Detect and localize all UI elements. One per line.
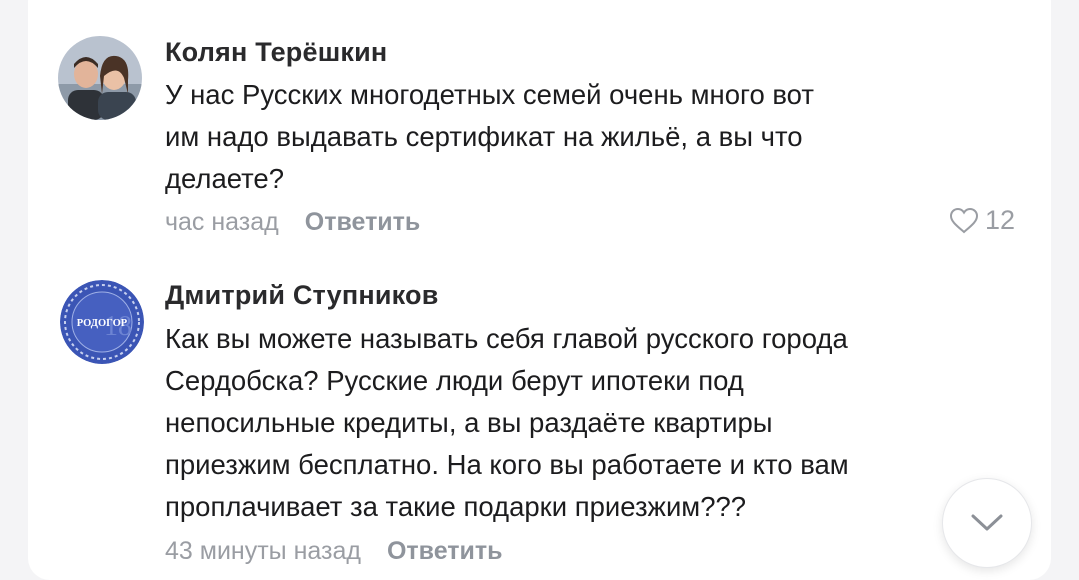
avatar[interactable] [58, 36, 142, 120]
comment-author[interactable]: Дмитрий Ступников [165, 280, 439, 311]
comment-text-line: им надо выдавать сертификат на жильё, а … [165, 121, 803, 152]
like-count: 12 [984, 205, 1015, 235]
comment-text-line: У нас Русских многодетных семей очень мн… [165, 79, 814, 110]
comment-author[interactable]: Колян Терёшкин [165, 37, 387, 68]
comment-meta: 43 минуты назад Ответить [165, 537, 503, 566]
like-button[interactable]: 12 [949, 205, 1015, 236]
comment-time: час назад [165, 208, 279, 236]
comment-text-line: непосильные кредиты, а вы раздаёте кварт… [165, 407, 773, 438]
couple-photo-icon [58, 36, 142, 120]
reply-button[interactable]: Ответить [305, 208, 421, 236]
heart-outline-icon [949, 207, 978, 233]
avatar[interactable]: 18 РОДОГОР [60, 280, 144, 364]
comment-text: Как вы можете называть себя главой русск… [165, 318, 1035, 528]
comment-text: У нас Русских многодетных семей очень мн… [165, 74, 1035, 200]
comment-text-line: проплачивает за такие подарки приезжим??… [165, 491, 747, 522]
comments-card: Колян Терёшкин У нас Русских многодетных… [28, 0, 1051, 580]
comment-text-line: приезжим бесплатно. На кого вы работаете… [165, 449, 849, 480]
comment-text-line: делаете? [165, 163, 285, 194]
comment-meta: час назад Ответить [165, 208, 420, 237]
logo-text: РОДОГОР [77, 318, 128, 329]
comment-time: 43 минуты назад [165, 537, 361, 565]
comment-text-line: Сердобска? Русские люди берут ипотеки по… [165, 365, 744, 396]
reply-button[interactable]: Ответить [387, 537, 503, 565]
chevron-down-icon [971, 514, 1003, 531]
rodogor-logo-icon: 18 РОДОГОР [60, 280, 144, 364]
scroll-down-button[interactable] [942, 478, 1032, 568]
comment-text-line: Как вы можете называть себя главой русск… [165, 323, 848, 354]
